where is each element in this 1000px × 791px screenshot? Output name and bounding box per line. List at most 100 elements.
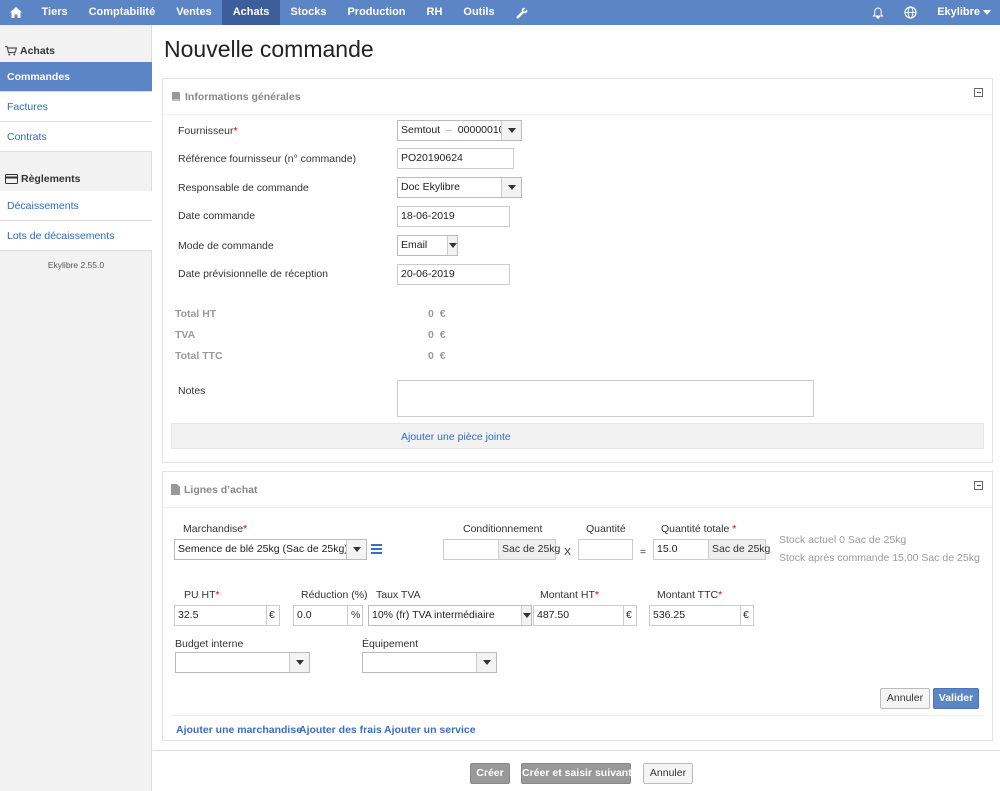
date-commande-input[interactable]: 18-06-2019 (397, 206, 510, 227)
sidebar-item-factures[interactable]: Factures (0, 92, 152, 122)
validate-line-button[interactable]: Valider (933, 688, 979, 709)
montant-ttc-input[interactable]: 536.25 (649, 605, 741, 626)
montant-ht-label: Montant HT* (540, 589, 599, 601)
tva-value: 0 € (428, 329, 446, 341)
settings-button[interactable] (505, 0, 538, 25)
quantite-input[interactable] (578, 539, 633, 560)
chevron-down-icon (476, 653, 496, 672)
tva-label: TVA (175, 329, 196, 341)
budget-label: Budget interne (175, 638, 244, 650)
conditionnement-label: Conditionnement (463, 523, 543, 535)
chevron-down-icon (447, 236, 457, 255)
responsable-select[interactable]: Doc Ekylibre (397, 177, 522, 198)
document-icon (171, 484, 180, 495)
conditionnement-input[interactable] (443, 539, 499, 560)
reduction-percent: % (347, 605, 363, 626)
total-ttc-value: 0 € (428, 350, 446, 362)
chevron-down-icon (289, 653, 309, 672)
create-next-button[interactable]: Créer et saisir suivant (521, 763, 632, 784)
chevron-down-icon (501, 178, 521, 197)
equipement-label: Équipement (362, 638, 419, 650)
chevron-down-icon (346, 540, 366, 559)
notifications-button[interactable] (862, 0, 894, 25)
nav-rh[interactable]: RH (416, 0, 453, 25)
sidebar-section-achats-label: Achats (20, 45, 56, 57)
marchandise-select[interactable]: Semence de blé 25kg (Sac de 25kg) - 60 (174, 539, 367, 560)
total-ht-label: Total HT (175, 308, 217, 320)
cancel-button[interactable]: Annuler (643, 763, 693, 784)
notes-textarea[interactable] (397, 380, 814, 417)
user-name: Ekylibre (937, 6, 980, 18)
marchandise-label: Marchandise* (183, 523, 248, 535)
reduction-label: Réduction (%) (301, 589, 368, 601)
divider (171, 715, 984, 716)
home-button[interactable] (0, 0, 31, 25)
list-icon[interactable] (371, 544, 382, 557)
fournisseur-separator: – (446, 124, 452, 136)
mode-commande-label: Mode de commande (178, 240, 274, 252)
stock-actuel-text: Stock actuel 0 Sac de 25kg (779, 534, 907, 546)
responsable-value: Doc Ekylibre (401, 181, 460, 193)
mode-commande-value: Email (401, 239, 428, 251)
quantite-totale-unit: Sac de 25kg (708, 539, 770, 560)
multiply-sign: X (564, 546, 572, 558)
marchandise-value: Semence de blé 25kg (Sac de 25kg) - 60 (178, 543, 367, 555)
responsable-label: Responsable de commande (178, 182, 309, 194)
equipement-select[interactable] (362, 652, 497, 673)
chevron-down-icon (501, 121, 521, 140)
pu-ht-currency: € (266, 605, 280, 626)
collapse-lines-button[interactable] (974, 481, 983, 490)
total-ht-value: 0 € (428, 308, 446, 320)
nav-stocks[interactable]: Stocks (280, 0, 337, 25)
cancel-line-button[interactable]: Annuler (880, 688, 930, 709)
nav-ventes[interactable]: Ventes (166, 0, 222, 25)
notes-label: Notes (178, 385, 206, 397)
taux-tva-select[interactable]: 10% (fr) TVA intermédiaire (368, 605, 532, 626)
caret-down-icon (983, 9, 991, 15)
sidebar-item-commandes[interactable]: Commandes (0, 62, 152, 92)
purchase-lines-panel: Lignes d’achat Marchandise* Semence de b… (162, 471, 993, 741)
create-button[interactable]: Créer (470, 763, 510, 784)
add-attachment-link[interactable]: Ajouter une pièce jointe (401, 431, 511, 443)
montant-ttc-label: Montant TTC* (657, 589, 723, 601)
user-menu[interactable]: Ekylibre (927, 0, 1000, 25)
collapse-general-button[interactable] (974, 88, 983, 97)
total-ttc-label: Total TTC (175, 350, 223, 362)
add-marchandise-link[interactable]: Ajouter une marchandise (176, 724, 302, 736)
purchase-lines-header: Lignes d’achat (163, 472, 992, 508)
montant-ht-input[interactable]: 487.50 (533, 605, 624, 626)
add-service-link[interactable]: Ajouter un service (384, 724, 476, 736)
conditionnement-unit: Sac de 25kg (498, 539, 560, 560)
footer-divider (153, 750, 1000, 751)
add-frais-link[interactable]: Ajouter des frais (299, 724, 382, 736)
pu-ht-input[interactable]: 32.5 (174, 605, 267, 626)
book-icon (171, 91, 181, 102)
sidebar-section-achats: Achats (0, 43, 152, 59)
sidebar-item-decaissements[interactable]: Décaissements (0, 191, 152, 221)
sidebar-item-lots-decaissements[interactable]: Lots de décaissements (0, 221, 152, 251)
nav-comptabilite[interactable]: Comptabilité (78, 0, 166, 25)
reception-input[interactable]: 20-06-2019 (397, 264, 510, 285)
sidebar-item-contrats[interactable]: Contrats (0, 122, 152, 152)
stock-apres-text: Stock après commande 15.00 Sac de 25kg (779, 552, 980, 564)
fournisseur-select[interactable]: Semtout – 00000010 (397, 120, 522, 141)
quantite-totale-input[interactable]: 15.0 (653, 539, 709, 560)
nav-tiers[interactable]: Tiers (31, 0, 78, 25)
nav-production[interactable]: Production (337, 0, 416, 25)
reference-input[interactable]: PO20190624 (397, 148, 514, 169)
home-icon (10, 7, 22, 18)
nav-achats[interactable]: Achats (222, 0, 280, 25)
mode-commande-select[interactable]: Email (397, 235, 458, 256)
chevron-down-icon (521, 606, 531, 625)
app-version: Ekylibre 2.55.0 (47, 260, 105, 270)
reduction-input[interactable]: 0.0 (293, 605, 348, 626)
purchase-lines-title: Lignes d’achat (184, 483, 258, 496)
budget-select[interactable] (175, 652, 310, 673)
reception-label: Date prévisionnelle de réception (178, 268, 329, 280)
nav-outils[interactable]: Outils (453, 0, 505, 25)
taux-tva-value: 10% (fr) TVA intermédiaire (372, 609, 495, 621)
language-button[interactable] (894, 0, 927, 25)
quantite-label: Quantité (586, 523, 626, 535)
general-info-header: Informations générales (163, 79, 992, 115)
fournisseur-code: 00000010 (457, 124, 505, 136)
